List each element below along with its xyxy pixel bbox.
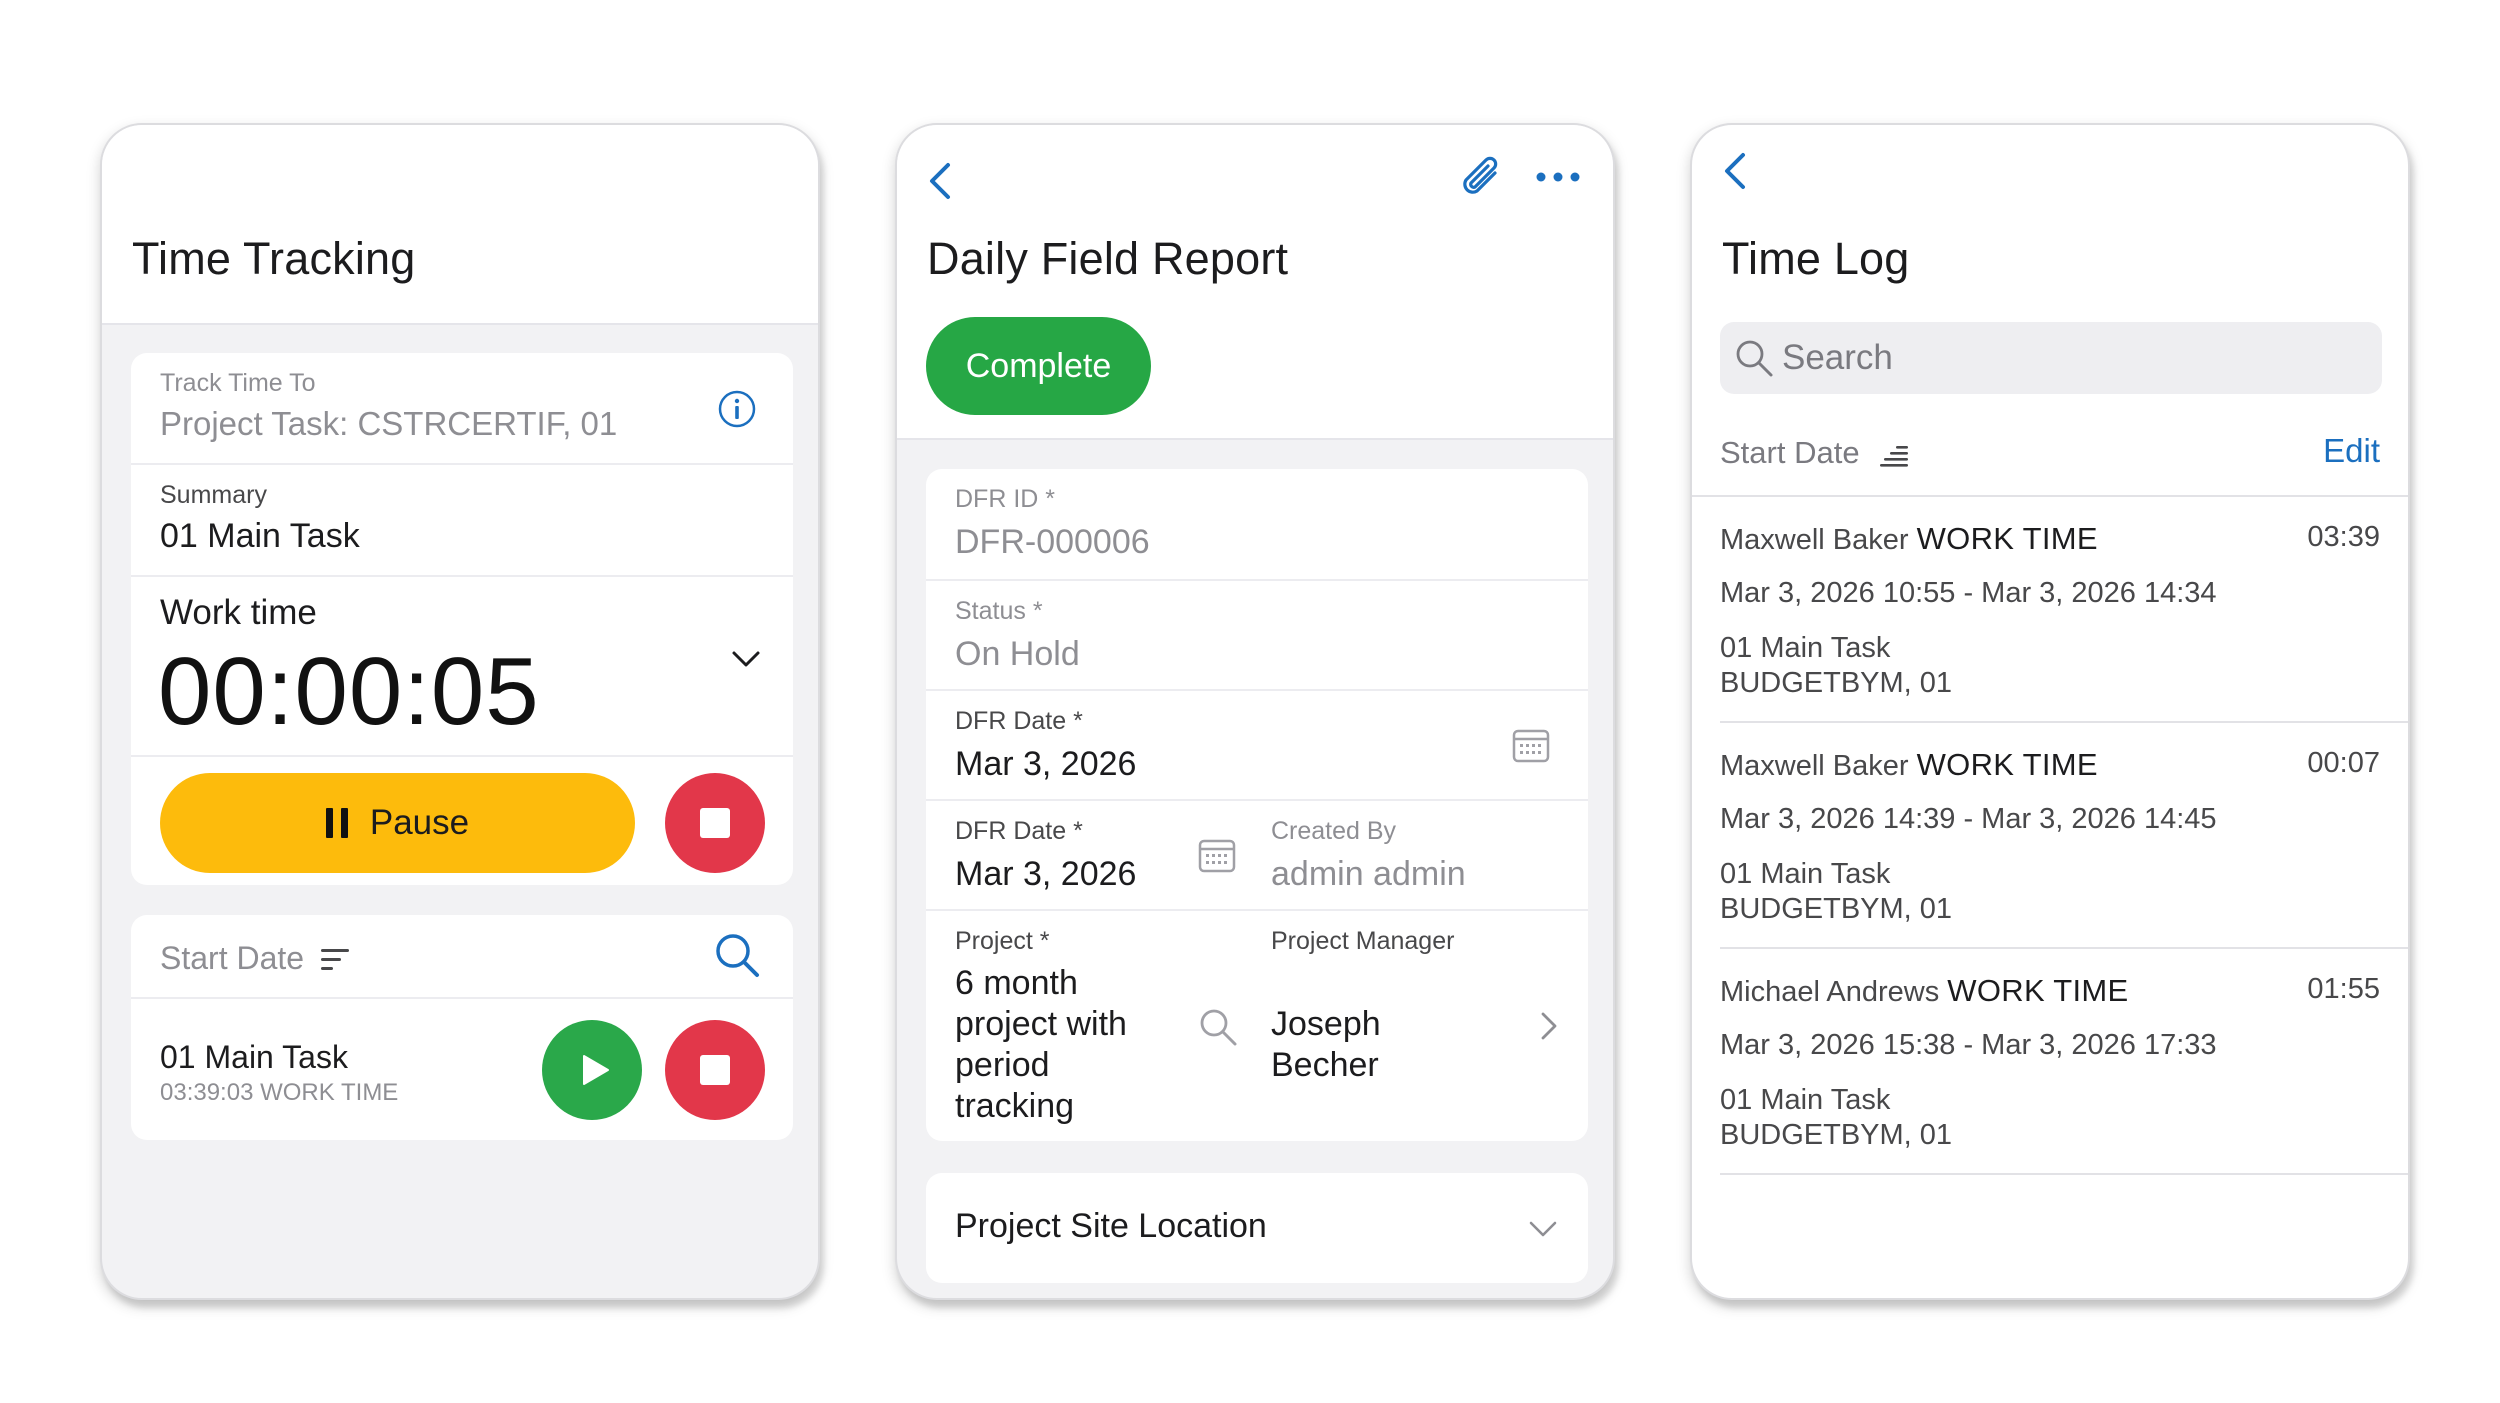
chevron-down-icon[interactable] <box>1528 1219 1558 1239</box>
time-log-screen: Time Log Search Start Date Edit Maxwell … <box>1690 123 2410 1300</box>
created-by-label: Created By <box>1271 817 1397 845</box>
project-manager-value[interactable]: Joseph Becher <box>1271 1004 1381 1086</box>
entry-stop-button[interactable] <box>665 1020 765 1120</box>
entry-task: 01 Main Task <box>1720 1084 1891 1116</box>
stop-icon <box>700 1055 730 1085</box>
dfr-header: Daily Field Report Complete <box>897 125 1613 440</box>
track-time-to-value: Project Task: CSTRCERTIF, 01 <box>160 405 618 442</box>
entry-user: Maxwell Baker WORK TIME <box>1720 521 2098 556</box>
entries-card: Start Date 01 Main Task 03:39:03 WORK TI… <box>131 915 793 1140</box>
pause-button[interactable]: Pause <box>160 773 635 873</box>
back-icon[interactable] <box>927 161 953 201</box>
chevron-right-icon[interactable] <box>1540 1011 1558 1041</box>
timer-display: 00:00:05 <box>158 638 540 745</box>
pause-icon <box>325 808 348 838</box>
created-by-value: admin admin <box>1271 855 1466 893</box>
list-item[interactable]: Michael Andrews WORK TIME 01:55 Mar 3, 2… <box>1720 949 2408 1175</box>
complete-button[interactable]: Complete <box>926 317 1151 415</box>
back-icon[interactable] <box>1722 151 1748 191</box>
entry-user: Maxwell Baker WORK TIME <box>1720 747 2098 782</box>
search-input[interactable]: Search <box>1720 322 2382 394</box>
work-time-row[interactable]: Work time 00:00:05 <box>131 575 793 755</box>
play-icon <box>582 1054 610 1086</box>
entry-project: BUDGETBYM, 01 <box>1720 893 1953 925</box>
sort-icon[interactable] <box>1880 445 1910 469</box>
section-label: Project Site Location <box>955 1207 1267 1245</box>
calendar-icon[interactable] <box>1198 839 1236 873</box>
dfr-date-row[interactable]: DFR Date * Mar 3, 2026 <box>926 689 1588 799</box>
project-row: Project * 6 month project with period tr… <box>926 909 1588 1141</box>
list-item[interactable]: Maxwell Baker WORK TIME 00:07 Mar 3, 202… <box>1720 723 2408 949</box>
project-label: Project * <box>955 927 1050 955</box>
entry-range: Mar 3, 2026 15:38 - Mar 3, 2026 17:33 <box>1720 1029 2217 1061</box>
summary-label: Summary <box>160 481 267 509</box>
work-time-label: Work time <box>160 593 317 632</box>
dfr-date-value: Mar 3, 2026 <box>955 745 1137 783</box>
status-label: Status * <box>955 597 1043 625</box>
entry-title: 01 Main Task <box>160 1039 348 1075</box>
entry-range: Mar 3, 2026 10:55 - Mar 3, 2026 14:34 <box>1720 577 2217 609</box>
time-tracking-header: Time Tracking <box>102 125 818 325</box>
page-title: Time Log <box>1722 233 1910 284</box>
tracking-card: Track Time To Project Task: CSTRCERTIF, … <box>131 353 793 885</box>
sort-icon[interactable] <box>321 948 351 972</box>
search-icon[interactable] <box>1198 1007 1238 1047</box>
entry-task: 01 Main Task <box>1720 858 1891 890</box>
timer-controls-row: Pause <box>131 755 793 885</box>
project-value[interactable]: 6 month project with period tracking <box>955 963 1127 1127</box>
dfr-date-created-row: DFR Date * Mar 3, 2026 Created By admin … <box>926 799 1588 909</box>
search-icon <box>1734 338 1774 378</box>
search-icon[interactable] <box>713 931 761 979</box>
entries-sort-row: Start Date <box>131 915 793 997</box>
more-icon[interactable] <box>1535 171 1581 183</box>
stop-icon <box>700 808 730 838</box>
entry-duration: 00:07 <box>2307 747 2380 779</box>
calendar-icon[interactable] <box>1512 729 1550 763</box>
info-icon[interactable] <box>717 389 757 429</box>
track-time-to-label: Track Time To <box>160 369 316 397</box>
sort-label: Start Date <box>160 940 305 976</box>
time-tracking-screen: Time Tracking Track Time To Project Task… <box>100 123 820 1300</box>
entry-user: Michael Andrews WORK TIME <box>1720 973 2129 1008</box>
status-row: Status * On Hold <box>926 579 1588 689</box>
entry-range: Mar 3, 2026 14:39 - Mar 3, 2026 14:45 <box>1720 803 2217 835</box>
dfr-id-value: DFR-000006 <box>955 523 1150 561</box>
dfr-date-label: DFR Date * <box>955 707 1083 735</box>
entry-duration: 01:55 <box>2307 973 2380 1005</box>
search-placeholder: Search <box>1782 338 1893 377</box>
dfr-id-label: DFR ID * <box>955 485 1055 513</box>
sort-label: Start Date <box>1720 435 1860 470</box>
summary-value: 01 Main Task <box>160 517 360 555</box>
entry-subtitle: 03:39:03 WORK TIME <box>160 1079 399 1106</box>
stop-button[interactable] <box>665 773 765 873</box>
summary-row[interactable]: Summary 01 Main Task <box>131 463 793 575</box>
edit-button[interactable]: Edit <box>2323 432 2380 470</box>
dfr-date2-value[interactable]: Mar 3, 2026 <box>955 855 1136 894</box>
dfr-date2-label: DFR Date * <box>955 817 1083 845</box>
entry-task: 01 Main Task <box>1720 632 1891 664</box>
track-time-to-row[interactable]: Track Time To Project Task: CSTRCERTIF, … <box>131 353 793 463</box>
page-title: Daily Field Report <box>927 233 1289 284</box>
entry-project: BUDGETBYM, 01 <box>1720 667 1953 699</box>
list-item[interactable]: 01 Main Task 03:39:03 WORK TIME <box>131 997 793 1140</box>
entry-duration: 03:39 <box>2307 521 2380 553</box>
entry-project: BUDGETBYM, 01 <box>1720 1119 1953 1151</box>
complete-label: Complete <box>965 346 1112 385</box>
page-title: Time Tracking <box>132 233 416 284</box>
paperclip-icon[interactable] <box>1457 153 1505 205</box>
pause-label: Pause <box>369 803 470 842</box>
dfr-fields-card: DFR ID * DFR-000006 Status * On Hold DFR… <box>926 469 1588 1141</box>
daily-field-report-screen: Daily Field Report Complete DFR ID * DFR… <box>895 123 1615 1300</box>
play-button[interactable] <box>542 1020 642 1120</box>
status-value: On Hold <box>955 635 1080 673</box>
list-item[interactable]: Maxwell Baker WORK TIME 03:39 Mar 3, 202… <box>1720 497 2408 723</box>
project-site-location-section[interactable]: Project Site Location <box>926 1173 1588 1283</box>
chevron-down-icon[interactable] <box>731 649 761 669</box>
project-manager-label: Project Manager <box>1271 927 1455 955</box>
dfr-id-row: DFR ID * DFR-000006 <box>926 469 1588 579</box>
